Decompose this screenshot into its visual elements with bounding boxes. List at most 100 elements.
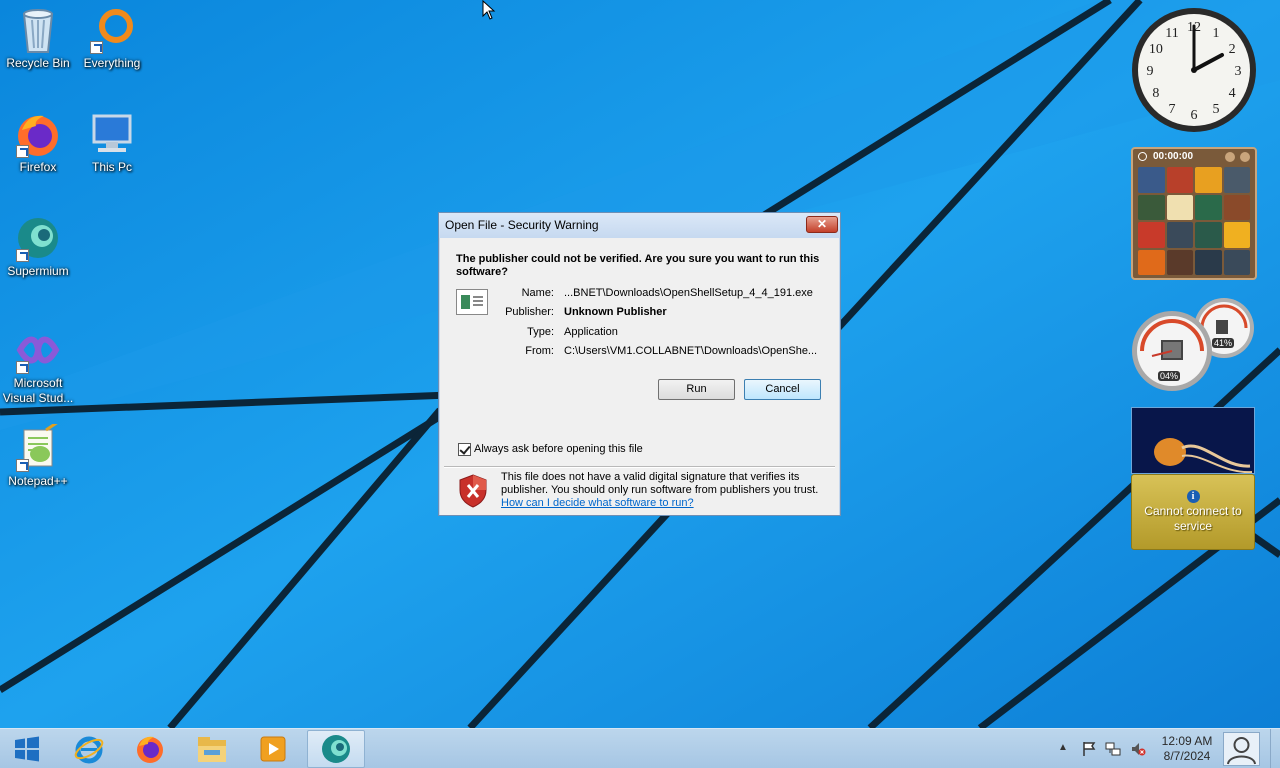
clock-numeral: 1 bbox=[1213, 26, 1220, 41]
show-hidden-icons-chevron-icon[interactable]: ▲ bbox=[1058, 742, 1074, 758]
help-link[interactable]: How can I decide what software to run? bbox=[501, 497, 694, 509]
taskbar-supermium[interactable] bbox=[307, 730, 365, 768]
user-account-button[interactable] bbox=[1223, 732, 1260, 766]
dialog-body: The publisher could not be verified. Are… bbox=[440, 238, 839, 515]
desktop-icon-label: Firefox bbox=[19, 160, 57, 174]
slideshow-image bbox=[1132, 408, 1254, 473]
shortcut-arrow-icon bbox=[90, 41, 103, 54]
everything-search-icon bbox=[88, 6, 136, 54]
desktop-icon-label: This Pc bbox=[91, 160, 132, 174]
clock-numeral: 2 bbox=[1229, 42, 1236, 57]
taskbar-media-player[interactable] bbox=[244, 730, 302, 768]
action-center-flag-icon[interactable] bbox=[1081, 741, 1097, 757]
publisher-value: Unknown Publisher bbox=[564, 306, 667, 318]
puzzle-grid[interactable] bbox=[1138, 167, 1250, 275]
desktop: Recycle Bin Everything Firefox This Pc S… bbox=[0, 0, 1280, 728]
desktop-icon-this-pc[interactable]: This Pc bbox=[74, 110, 150, 175]
firefox-icon bbox=[137, 736, 163, 763]
desktop-icon-everything[interactable]: Everything bbox=[74, 6, 150, 71]
picture-puzzle-gadget[interactable]: 00:00:00 bbox=[1131, 147, 1257, 280]
info-icon: i bbox=[1186, 490, 1200, 503]
clock-numeral: 10 bbox=[1149, 42, 1163, 57]
desktop-icon-visual-studio[interactable]: Microsoft Visual Stud... bbox=[0, 326, 76, 406]
run-button-label: Run bbox=[686, 383, 707, 395]
name-label: Name: bbox=[521, 287, 554, 299]
puzzle-timer: 00:00:00 bbox=[1133, 149, 1255, 165]
clock-numeral: 5 bbox=[1213, 102, 1220, 117]
run-button[interactable]: Run bbox=[658, 379, 735, 400]
shortcut-arrow-icon bbox=[16, 361, 29, 374]
cpu-meter-dials bbox=[1132, 298, 1254, 391]
taskbar-firefox[interactable] bbox=[121, 730, 179, 768]
user-avatar-icon bbox=[1227, 737, 1256, 765]
internet-explorer-icon bbox=[74, 736, 104, 764]
shortcut-arrow-icon bbox=[16, 249, 29, 262]
taskbar-clock[interactable]: 12:09 AM 8/7/2024 bbox=[1152, 734, 1222, 764]
name-value: ...BNET\Downloads\OpenShellSetup_4_4_191… bbox=[564, 287, 813, 299]
file-explorer-icon bbox=[198, 737, 226, 762]
timer-icon bbox=[1138, 152, 1147, 161]
close-button[interactable]: ✕ bbox=[806, 216, 838, 233]
shuffle-icon[interactable] bbox=[1240, 152, 1250, 162]
clock-numeral: 8 bbox=[1152, 86, 1159, 101]
clock-numeral: 6 bbox=[1191, 108, 1198, 123]
desktop-icon-label: Microsoft Visual Stud... bbox=[2, 376, 74, 405]
clock-numeral: 9 bbox=[1147, 64, 1154, 79]
media-player-icon bbox=[260, 736, 286, 762]
windows-logo-icon bbox=[15, 736, 39, 762]
from-label: From: bbox=[525, 345, 554, 357]
dialog-titlebar[interactable]: Open File - Security Warning ✕ bbox=[439, 213, 840, 238]
visual-studio-icon bbox=[14, 326, 62, 374]
publisher-label: Publisher: bbox=[505, 306, 554, 318]
network-icon[interactable] bbox=[1105, 741, 1121, 757]
notepad-plus-plus-icon bbox=[14, 420, 62, 472]
warning-message: This file does not have a valid digital … bbox=[501, 471, 831, 510]
volume-muted-icon[interactable] bbox=[1130, 741, 1146, 757]
desktop-icon-label: Recycle Bin bbox=[6, 56, 70, 70]
desktop-icon-supermium[interactable]: Supermium bbox=[0, 214, 76, 279]
clock-gadget[interactable]: 121234567891011 bbox=[1130, 6, 1258, 134]
security-shield-icon bbox=[459, 474, 487, 508]
close-icon: ✕ bbox=[816, 217, 828, 231]
puzzle-timer-text: 00:00:00 bbox=[1153, 151, 1194, 162]
taskbar: ▲ 12:09 AM 8/7/2024 bbox=[0, 728, 1280, 768]
cpu-meter-gadget[interactable]: 04% 41% bbox=[1128, 296, 1258, 392]
supermium-icon bbox=[14, 214, 62, 262]
from-value: C:\Users\VM1.COLLABNET\Downloads\OpenShe… bbox=[564, 345, 818, 357]
dialog-title: Open File - Security Warning bbox=[445, 218, 599, 232]
taskbar-file-explorer[interactable] bbox=[183, 730, 241, 768]
show-desktop-button[interactable] bbox=[1270, 729, 1280, 768]
taskbar-internet-explorer[interactable] bbox=[60, 730, 118, 768]
recycle-bin-icon bbox=[14, 6, 62, 54]
help-icon[interactable] bbox=[1225, 152, 1235, 162]
clock-numeral: 4 bbox=[1229, 86, 1236, 101]
always-ask-label[interactable]: Always ask before opening this file bbox=[474, 443, 643, 455]
dialog-heading: The publisher could not be verified. Are… bbox=[456, 253, 820, 278]
shortcut-arrow-icon bbox=[16, 459, 29, 472]
desktop-icon-notepad-plus-plus[interactable]: Notepad++ bbox=[0, 420, 76, 489]
type-label: Type: bbox=[527, 326, 554, 338]
mouse-cursor-icon bbox=[482, 0, 496, 20]
start-button[interactable] bbox=[0, 730, 54, 768]
clock-numeral: 11 bbox=[1165, 26, 1178, 41]
clock-numeral: 7 bbox=[1169, 102, 1176, 117]
clock-face: 121234567891011 bbox=[1132, 8, 1256, 132]
firefox-icon bbox=[14, 110, 62, 158]
cpu-usage-value: 04% bbox=[1158, 371, 1181, 381]
desktop-icon-label: Notepad++ bbox=[8, 474, 68, 488]
cancel-button[interactable]: Cancel bbox=[744, 379, 821, 400]
security-warning-dialog: Open File - Security Warning ✕ The publi… bbox=[438, 212, 841, 516]
clock-date: 8/7/2024 bbox=[1163, 749, 1211, 763]
weather-status-text: Cannot connect to service bbox=[1144, 504, 1242, 533]
computer-icon bbox=[88, 110, 136, 158]
desktop-icon-recycle-bin[interactable]: Recycle Bin bbox=[0, 6, 76, 71]
desktop-icon-firefox[interactable]: Firefox bbox=[0, 110, 76, 175]
type-value: Application bbox=[564, 326, 618, 338]
always-ask-checkbox[interactable] bbox=[458, 443, 471, 456]
slideshow-gadget[interactable] bbox=[1131, 407, 1255, 474]
supermium-icon bbox=[322, 735, 350, 763]
memory-usage-value: 41% bbox=[1212, 338, 1235, 348]
weather-gadget[interactable]: i Cannot connect to service bbox=[1131, 474, 1255, 550]
clock-numeral: 3 bbox=[1235, 64, 1242, 79]
cancel-button-label: Cancel bbox=[765, 383, 800, 395]
